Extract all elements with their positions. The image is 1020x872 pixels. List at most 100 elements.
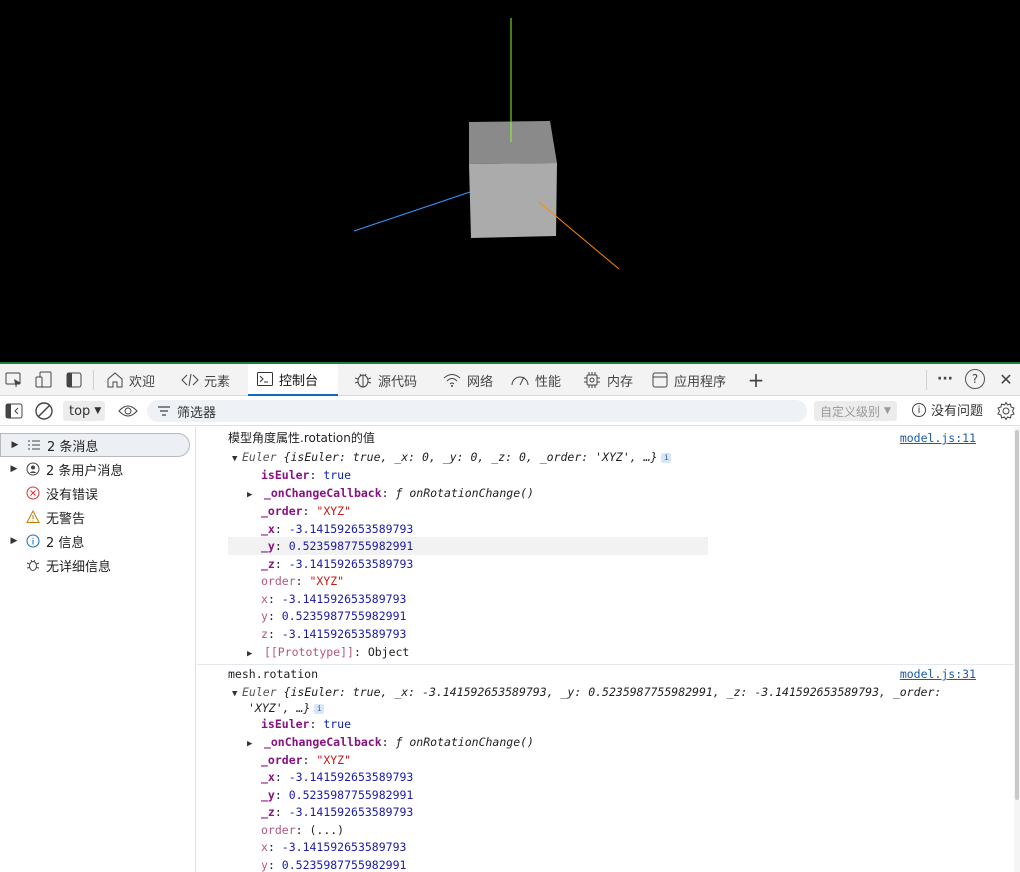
- sidebar-item-label: 2 信息: [46, 535, 85, 551]
- source-link[interactable]: model.js:31: [900, 665, 976, 683]
- tab-network[interactable]: 网络: [434, 364, 501, 396]
- sidebar-item-info[interactable]: ▶ 2 信息: [0, 529, 190, 553]
- gear-icon[interactable]: [996, 401, 1016, 425]
- clear-console-icon[interactable]: [34, 401, 54, 425]
- console-message: mesh.rotation model.js:31: [197, 665, 1020, 683]
- source-link[interactable]: model.js:11: [900, 429, 976, 447]
- object-property[interactable]: ▶ _onChangeCallback: ƒ onRotationChange(…: [247, 733, 534, 751]
- chevron-down-icon: ▼: [94, 406, 102, 416]
- tab-label: 应用程序: [674, 374, 727, 390]
- tab-label: 控制台: [279, 373, 319, 389]
- tab-welcome[interactable]: 欢迎: [98, 364, 163, 396]
- issues-counter[interactable]: i 没有问题: [912, 400, 983, 419]
- context-value: top: [69, 403, 91, 419]
- object-property[interactable]: ▶ _onChangeCallback: ƒ onRotationChange(…: [247, 484, 534, 502]
- dock-icon[interactable]: [64, 370, 84, 390]
- tab-label: 网络: [467, 374, 494, 390]
- code-icon: [181, 373, 199, 387]
- message-text: 模型角度属性.rotation的值: [228, 431, 375, 445]
- tab-console[interactable]: 控制台: [248, 364, 338, 396]
- tab-application[interactable]: 应用程序: [643, 364, 734, 396]
- object-property[interactable]: ▶ [[Prototype]]: Object: [247, 643, 409, 661]
- sidebar-item-messages[interactable]: ▶ 2 条消息: [0, 433, 190, 457]
- close-icon[interactable]: ✕: [996, 370, 1016, 390]
- warning-icon: [26, 510, 40, 524]
- filter-icon: [158, 406, 170, 416]
- filter-placeholder: 筛选器: [177, 405, 217, 421]
- device-emulation-icon[interactable]: [34, 370, 54, 390]
- console-icon: [257, 372, 273, 386]
- expand-arrow-icon[interactable]: ▶: [6, 536, 22, 546]
- chevron-down-icon: ▼: [884, 406, 891, 416]
- expand-arrow-icon[interactable]: ▶: [6, 464, 22, 474]
- filter-input[interactable]: 筛选器: [147, 400, 807, 422]
- info-icon: i: [661, 452, 672, 463]
- object-property: _order: "XYZ": [261, 504, 352, 518]
- tab-label: 内存: [607, 374, 634, 390]
- object-property: _x: -3.141592653589793: [261, 770, 414, 784]
- console-toolbar: top ▼ 筛选器 自定义级别 ▼ i 没有问题: [0, 396, 1020, 426]
- context-select[interactable]: top ▼: [63, 401, 106, 421]
- object-property: _order: "XYZ": [261, 753, 352, 767]
- devtools-tabbar: 欢迎 元素 控制台 源代码 网络 性能 内存 应用程序 + ··· ? ✕: [0, 364, 1020, 396]
- object-property: z: -3.141592653589793: [261, 627, 407, 641]
- cube-top-face: [469, 121, 557, 164]
- info-icon: i: [314, 703, 325, 714]
- home-icon: [107, 372, 123, 388]
- object-property: _z: -3.141592653589793: [261, 557, 414, 571]
- tab-elements[interactable]: 元素: [173, 364, 238, 396]
- expand-arrow-icon: ▶: [247, 739, 253, 749]
- collapse-arrow-icon[interactable]: ▼: [232, 450, 242, 468]
- user-icon: [26, 462, 40, 476]
- console-output: 模型角度属性.rotation的值 model.js:11 ▼ Euler {is…: [197, 427, 1020, 872]
- collapse-arrow-icon[interactable]: ▼: [232, 685, 242, 703]
- webgl-canvas[interactable]: [0, 0, 1020, 362]
- tab-memory[interactable]: 内存: [574, 364, 641, 396]
- sidebar-toggle-icon[interactable]: [5, 403, 23, 423]
- cube-front-face: [469, 163, 557, 238]
- tab-sources[interactable]: 源代码: [345, 364, 425, 396]
- inspect-icon[interactable]: [4, 370, 24, 390]
- console-sidebar: ▶ 2 条消息 ▶ 2 条用户消息 没有错误 无警告 ▶ 2 信息 无详细信息: [0, 427, 196, 872]
- object-property: _y: 0.5235987755982991: [228, 537, 708, 555]
- sidebar-item-user-messages[interactable]: ▶ 2 条用户消息: [0, 457, 190, 481]
- log-level-select[interactable]: 自定义级别 ▼: [814, 401, 897, 421]
- sidebar-item-warnings[interactable]: 无警告: [0, 505, 190, 529]
- chip-icon: [584, 372, 600, 388]
- object-property: y: 0.5235987755982991: [261, 858, 407, 872]
- console-message: 模型角度属性.rotation的值 model.js:11: [197, 429, 1020, 447]
- live-expression-icon[interactable]: [118, 403, 138, 423]
- z-axis-line: [353, 191, 471, 232]
- wifi-icon: [443, 374, 461, 387]
- object-summary[interactable]: ▼ Euler {isEuler: true, _x: -3.1415926535…: [232, 683, 941, 701]
- message-text: mesh.rotation: [228, 667, 319, 681]
- bug-icon: [354, 373, 372, 388]
- sidebar-item-label: 无详细信息: [46, 559, 112, 575]
- add-tab-icon[interactable]: +: [746, 370, 766, 390]
- error-icon: [26, 486, 40, 500]
- list-icon: [27, 438, 41, 452]
- object-property: x: -3.141592653589793: [261, 592, 407, 606]
- console-scrollbar-thumb[interactable]: [1015, 430, 1019, 800]
- object-summary[interactable]: ▼ Euler {isEuler: true, _x: 0, _y: 0, _z:…: [232, 448, 672, 468]
- sidebar-item-errors[interactable]: 没有错误: [0, 481, 190, 505]
- info-icon: i: [912, 402, 926, 417]
- tab-label: 元素: [204, 374, 231, 390]
- tab-performance[interactable]: 性能: [502, 364, 569, 396]
- object-property: x: -3.141592653589793: [261, 840, 407, 854]
- help-icon[interactable]: ?: [965, 369, 985, 389]
- log-level-value: 自定义级别: [820, 404, 881, 419]
- app-icon: [652, 372, 668, 388]
- object-property: _y: 0.5235987755982991: [261, 788, 414, 802]
- sidebar-item-label: 无警告: [46, 511, 86, 527]
- object-property[interactable]: order: (...): [261, 821, 344, 839]
- info-icon: [26, 534, 40, 548]
- tab-label: 源代码: [378, 374, 418, 390]
- sidebar-item-verbose[interactable]: 无详细信息: [0, 553, 190, 577]
- more-tools-icon[interactable]: ···: [935, 370, 955, 390]
- expand-arrow-icon: ▶: [247, 649, 253, 659]
- expand-arrow-icon[interactable]: ▶: [7, 440, 23, 450]
- object-property: isEuler: true: [261, 468, 352, 482]
- gauge-icon: [511, 376, 529, 386]
- bug-icon: [26, 558, 40, 572]
